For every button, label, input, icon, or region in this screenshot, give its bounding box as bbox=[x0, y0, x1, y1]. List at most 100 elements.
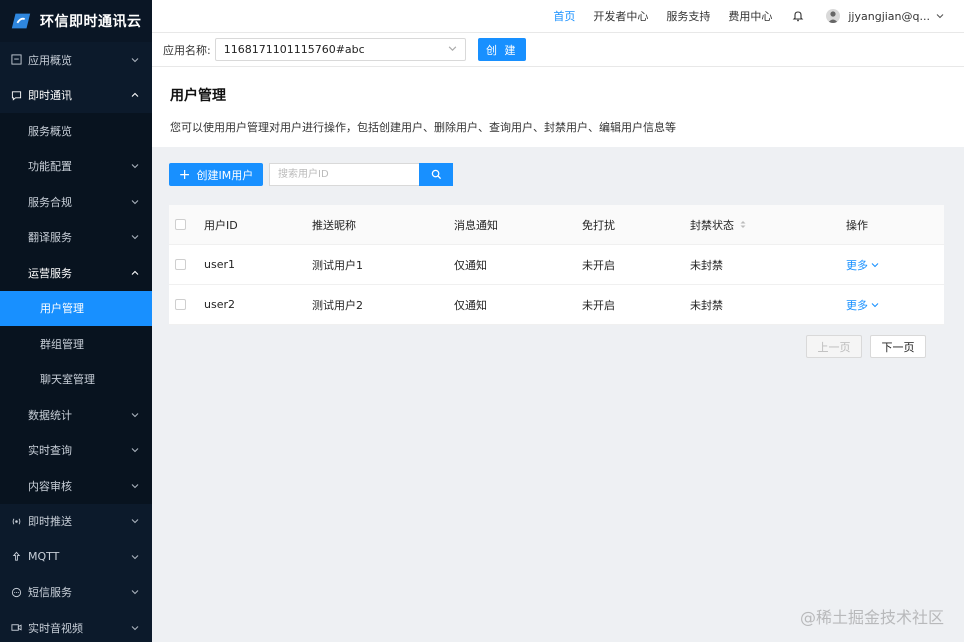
next-page-button[interactable]: 下一页 bbox=[870, 335, 926, 358]
row-select-cell bbox=[169, 299, 204, 310]
page-description: 您可以使用用户管理对用户进行操作，包括创建用户、删除用户、查询用户、封禁用户、编… bbox=[170, 121, 676, 134]
sidebar-item-label: 内容审核 bbox=[28, 479, 72, 493]
column-header-action: 操作 bbox=[846, 218, 868, 232]
more-actions-link[interactable]: 更多 bbox=[846, 257, 879, 273]
page-title: 用户管理 bbox=[170, 88, 226, 104]
sidebar-item-label: 翻译服务 bbox=[28, 231, 72, 245]
chevron-down-icon bbox=[130, 623, 140, 633]
brand-name: 环信即时通讯云 bbox=[40, 14, 142, 30]
chevron-down-icon bbox=[130, 410, 140, 420]
sidebar-item-label: 运营服务 bbox=[28, 266, 72, 280]
sidebar-item-15[interactable]: 短信服务 bbox=[0, 574, 152, 610]
column-header-user-id: 用户ID bbox=[204, 218, 238, 232]
sidebar-item-2[interactable]: 服务概览 bbox=[0, 113, 152, 149]
top-link-support[interactable]: 服务支持 bbox=[666, 8, 710, 24]
table-toolbar: + 创建IM用户 bbox=[169, 163, 453, 186]
page-header: 用户管理 您可以使用用户管理对用户进行操作，包括创建用户、删除用户、查询用户、封… bbox=[152, 67, 964, 147]
sidebar-item-label: 数据统计 bbox=[28, 408, 72, 422]
chat-icon bbox=[10, 89, 22, 101]
pagination: 上一页 下一页 bbox=[798, 335, 926, 358]
app-select-bar: 应用名称: 1168171101115760#abc 创 建 bbox=[152, 33, 964, 67]
chevron-down-icon bbox=[448, 43, 457, 56]
chevron-down-icon bbox=[130, 587, 140, 597]
sort-icon[interactable] bbox=[740, 220, 746, 229]
cell-user-id: user2 bbox=[204, 298, 235, 311]
chevron-up-icon bbox=[130, 268, 140, 278]
chevron-down-icon bbox=[871, 301, 879, 309]
video-icon bbox=[10, 622, 22, 634]
sidebar-item-3[interactable]: 功能配置 bbox=[0, 148, 152, 184]
brand[interactable]: 环信即时通讯云 bbox=[0, 0, 152, 42]
chevron-down-icon bbox=[130, 197, 140, 207]
sidebar-item-7[interactable]: 用户管理 bbox=[0, 290, 152, 326]
sidebar-item-label: 应用概览 bbox=[28, 53, 72, 67]
more-actions-label: 更多 bbox=[846, 298, 868, 312]
sidebar-item-10[interactable]: 数据统计 bbox=[0, 397, 152, 433]
avatar bbox=[826, 9, 841, 23]
user-menu[interactable]: jjyangjian@q... bbox=[826, 9, 944, 23]
row-checkbox[interactable] bbox=[175, 299, 186, 310]
chevron-down-icon bbox=[936, 12, 944, 20]
chevron-down-icon bbox=[130, 552, 140, 562]
sidebar-item-label: 功能配置 bbox=[28, 160, 72, 174]
create-im-user-button[interactable]: + 创建IM用户 bbox=[169, 163, 263, 186]
sidebar-item-label: 即时通讯 bbox=[28, 89, 72, 103]
top-link-home[interactable]: 首页 bbox=[553, 8, 575, 24]
brand-logo-icon bbox=[11, 13, 31, 29]
top-link-developer[interactable]: 开发者中心 bbox=[593, 8, 648, 24]
chevron-down-icon bbox=[130, 161, 140, 171]
column-header-notify: 消息通知 bbox=[454, 218, 498, 232]
chevron-down-icon bbox=[130, 516, 140, 526]
select-all-cell bbox=[169, 219, 204, 230]
cell-nickname: 测试用户1 bbox=[312, 258, 363, 272]
sidebar-item-8[interactable]: 群组管理 bbox=[0, 326, 152, 362]
sidebar-item-11[interactable]: 实时查询 bbox=[0, 432, 152, 468]
watermark: @稀土掘金技术社区 bbox=[799, 608, 944, 627]
top-link-billing[interactable]: 费用中心 bbox=[728, 8, 772, 24]
sidebar-item-0[interactable]: 应用概览 bbox=[0, 42, 152, 78]
table-row: user1 测试用户1 仅通知 未开启 未封禁 更多 bbox=[169, 245, 944, 285]
cell-ban-status: 未封禁 bbox=[690, 298, 723, 312]
sidebar-item-16[interactable]: 实时音视频 bbox=[0, 610, 152, 642]
column-header-ban-status-label: 封禁状态 bbox=[690, 218, 734, 232]
sidebar: 环信即时通讯云 应用概览即时通讯服务概览功能配置服务合规翻译服务运营服务用户管理… bbox=[0, 0, 152, 642]
sidebar-item-4[interactable]: 服务合规 bbox=[0, 184, 152, 220]
sidebar-item-5[interactable]: 翻译服务 bbox=[0, 219, 152, 255]
chevron-down-icon bbox=[130, 445, 140, 455]
chevron-up-icon bbox=[130, 90, 140, 100]
cell-dnd: 未开启 bbox=[582, 298, 615, 312]
more-actions-label: 更多 bbox=[846, 258, 868, 272]
cell-notify: 仅通知 bbox=[454, 258, 487, 272]
chevron-down-icon bbox=[130, 232, 140, 242]
sidebar-item-label: 服务概览 bbox=[28, 124, 72, 138]
chevron-down-icon bbox=[130, 481, 140, 491]
sidebar-item-6[interactable]: 运营服务 bbox=[0, 255, 152, 291]
sidebar-item-13[interactable]: 即时推送 bbox=[0, 503, 152, 539]
search-button[interactable] bbox=[419, 163, 453, 186]
app-select-value: 1168171101115760#abc bbox=[223, 43, 365, 56]
sidebar-item-14[interactable]: MQTT bbox=[0, 539, 152, 575]
mqtt-icon bbox=[10, 551, 22, 563]
select-all-checkbox[interactable] bbox=[175, 219, 186, 230]
sidebar-item-12[interactable]: 内容审核 bbox=[0, 468, 152, 504]
sidebar-item-9[interactable]: 聊天室管理 bbox=[0, 361, 152, 397]
sidebar-item-1[interactable]: 即时通讯 bbox=[0, 77, 152, 113]
more-actions-link[interactable]: 更多 bbox=[846, 297, 879, 313]
app-select[interactable]: 1168171101115760#abc bbox=[214, 38, 466, 61]
search-input[interactable] bbox=[269, 163, 419, 186]
sidebar-item-label: 群组管理 bbox=[40, 337, 84, 351]
sidebar-item-label: 实时查询 bbox=[28, 444, 72, 458]
row-select-cell bbox=[169, 259, 204, 270]
prev-page-button[interactable]: 上一页 bbox=[806, 335, 862, 358]
row-checkbox[interactable] bbox=[175, 259, 186, 270]
sidebar-nav: 应用概览即时通讯服务概览功能配置服务合规翻译服务运营服务用户管理群组管理聊天室管… bbox=[0, 42, 152, 642]
sidebar-item-label: 服务合规 bbox=[28, 195, 72, 209]
sidebar-item-label: MQTT bbox=[28, 550, 60, 564]
users-table: 用户ID 推送昵称 消息通知 免打扰 封禁状态 操作 user1 测试用户1 仅通知… bbox=[169, 205, 944, 325]
main-content: + 创建IM用户 用户ID 推送昵称 消息通知 免打扰 封禁状态 操作 user bbox=[152, 147, 964, 642]
cell-notify: 仅通知 bbox=[454, 298, 487, 312]
bell-icon[interactable] bbox=[792, 10, 804, 22]
column-header-ban-status[interactable]: 封禁状态 bbox=[690, 217, 846, 233]
table-row: user2 测试用户2 仅通知 未开启 未封禁 更多 bbox=[169, 285, 944, 325]
create-app-button[interactable]: 创 建 bbox=[477, 38, 526, 61]
